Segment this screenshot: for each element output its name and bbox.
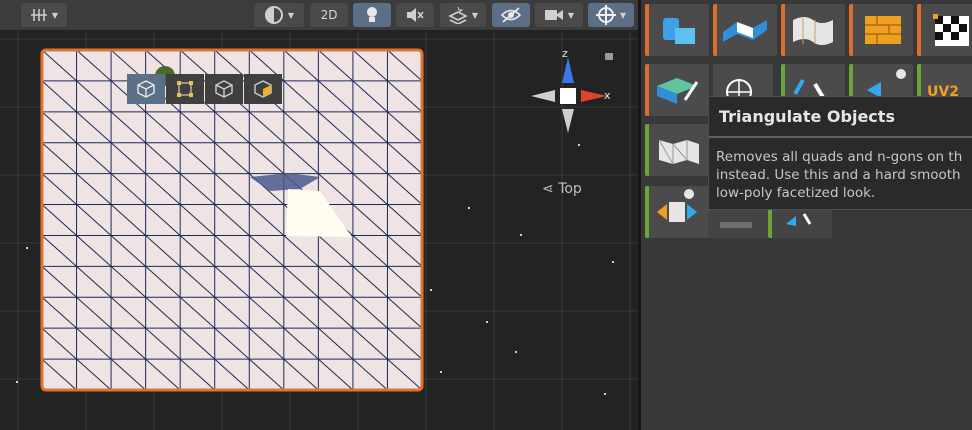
vertex-mode-icon (177, 81, 193, 97)
audio-toggle-button[interactable] (396, 3, 434, 27)
2d-mode-button[interactable]: 2D (310, 3, 348, 27)
tooltip: Triangulate Objects Removes all quads an… (708, 96, 972, 210)
uv-checker-tool[interactable] (917, 4, 972, 56)
negative-z-cone[interactable] (562, 109, 574, 133)
paint-mesh-icon (657, 78, 699, 104)
probuilder-panel: UV2 Triangulate Objects Removes all quad… (641, 0, 972, 430)
fx-icon (448, 6, 468, 24)
audio-mute-icon (407, 8, 424, 22)
object-mode-button[interactable] (127, 74, 165, 104)
vertex-mode-button[interactable] (166, 74, 204, 104)
selection-mode-toolbar (127, 74, 282, 104)
camera-icon (544, 10, 563, 20)
shading-mode-icon (264, 6, 283, 24)
extrude-icon (723, 20, 767, 42)
face-mode-icon (254, 80, 272, 98)
scene-view[interactable]: z x ⋖ Top (0, 31, 638, 430)
flip-normals-icon (657, 189, 697, 222)
edge-mode-button[interactable] (205, 74, 243, 104)
gizmos-button[interactable]: ▼ (588, 3, 634, 27)
visibility-icon (500, 7, 522, 23)
view-label-text: Top (558, 181, 582, 197)
gizmo-center-cube[interactable] (560, 88, 576, 104)
checker-uv-icon (933, 14, 969, 46)
edge-mode-icon (215, 80, 233, 98)
lock-icon[interactable] (605, 53, 613, 60)
grid-snap-icon (30, 9, 47, 21)
tooltip-title: Triangulate Objects (719, 107, 895, 126)
triangulate-icon (658, 139, 699, 165)
bend-tool[interactable] (781, 4, 845, 56)
scene-toolbar: ▼ ▼ 2D ▼ ▼ ▼ (0, 0, 638, 31)
view-chevron-icon: ⋖ (542, 181, 559, 197)
lighting-toggle-button[interactable] (353, 3, 391, 27)
flip-normals-tool[interactable] (645, 186, 709, 238)
new-shape-tool[interactable] (645, 4, 709, 56)
x-axis-label: x (604, 89, 611, 102)
extrude-tool[interactable] (713, 4, 777, 56)
lighting-icon (367, 7, 377, 22)
z-axis-cone[interactable] (562, 57, 574, 83)
object-mode-icon (137, 80, 155, 98)
camera-settings-button[interactable]: ▼ (535, 3, 583, 27)
z-axis-label: z (562, 47, 568, 60)
grid-snap-button[interactable]: ▼ (21, 3, 67, 27)
tooltip-divider (709, 136, 972, 138)
visibility-toggle-button[interactable] (492, 3, 530, 27)
face-mode-button[interactable] (244, 74, 282, 104)
effects-button[interactable]: ▼ (440, 3, 486, 27)
view-label[interactable]: ⋖ Top (542, 181, 582, 197)
gizmos-icon (595, 5, 616, 25)
shading-mode-button[interactable]: ▼ (254, 3, 304, 27)
shapes-icon (663, 18, 695, 44)
tooltip-description: Removes all quads and n-gons on th inste… (716, 149, 963, 201)
2d-mode-label: 2D (320, 8, 338, 22)
negative-x-cone[interactable] (531, 90, 555, 102)
bend-icon (793, 17, 833, 45)
paint-mesh-tool[interactable] (645, 64, 709, 116)
triangulate-tool[interactable] (645, 124, 709, 176)
axis-gizmo[interactable]: z x (513, 43, 623, 153)
bricks-icon (865, 16, 901, 44)
bricks-tool[interactable] (849, 4, 913, 56)
